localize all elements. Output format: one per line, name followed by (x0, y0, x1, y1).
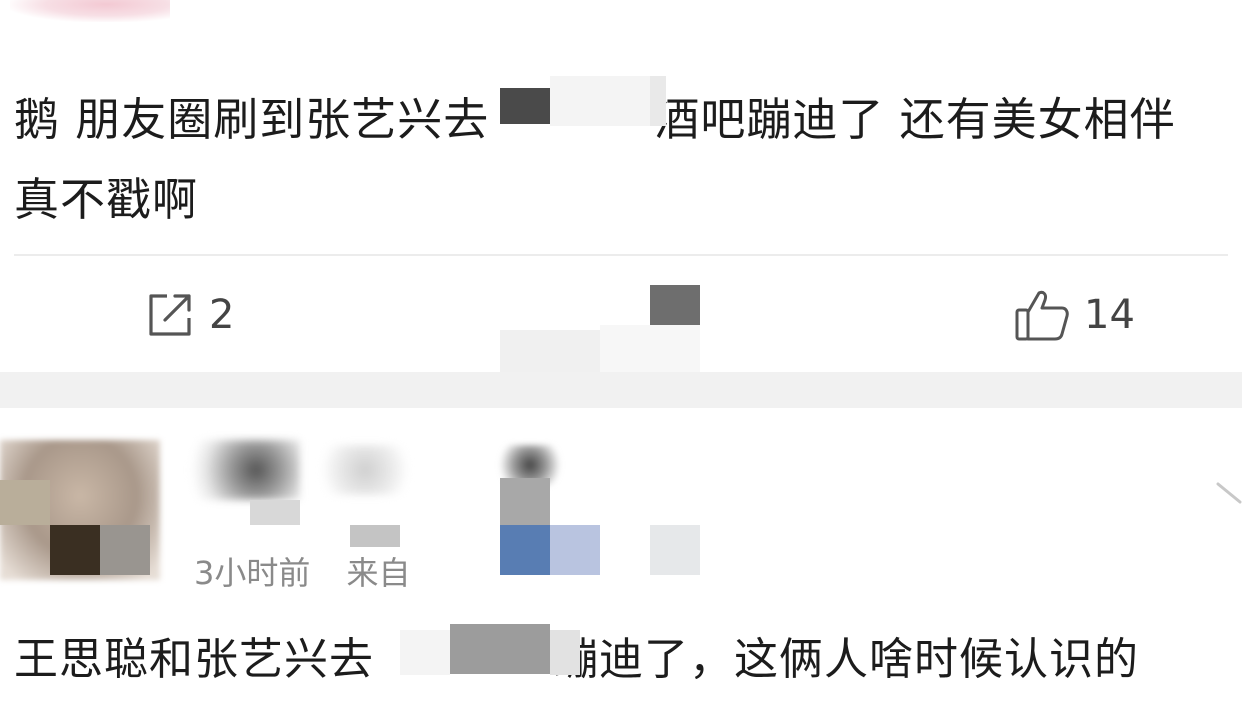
badge-mosaic (550, 525, 600, 575)
comment-text-part-2: 蹦迪了，这俩人啥时候认识的 (554, 634, 1139, 685)
previous-item-remnant (10, 0, 170, 22)
avatar-mosaic (0, 480, 50, 525)
censor-mosaic (550, 76, 650, 126)
username-blur (320, 445, 410, 495)
username-blur[interactable] (190, 440, 300, 500)
comment-text: 王思聪和张艺兴去 蹦迪了，这俩人啥时候认识的 (14, 624, 1229, 696)
censor-mosaic (400, 630, 450, 675)
censor-mosaic (500, 88, 550, 124)
censor-mosaic (650, 76, 666, 126)
repost-icon (149, 294, 191, 336)
censor-mosaic (550, 630, 580, 675)
comment-time: 3小时前 (194, 554, 311, 592)
comment-text-part-1: 王思聪和张艺兴去 (14, 634, 374, 685)
badge-mosaic (650, 525, 700, 575)
badge-mosaic (500, 525, 550, 575)
censor-mosaic (600, 325, 700, 373)
like-button[interactable]: 14 (1014, 288, 1135, 342)
avatar-mosaic (100, 525, 150, 575)
badge-mosaic (500, 478, 550, 525)
divider (14, 254, 1228, 256)
censor-mosaic (450, 624, 550, 674)
repost-count: 2 (209, 292, 235, 338)
like-count: 14 (1084, 292, 1135, 338)
post-text-part-1: 鹅 朋友圈刷到张艺兴去 (14, 93, 490, 146)
avatar-mosaic (50, 525, 100, 575)
comment-source: 来自 (346, 554, 411, 592)
section-separator (0, 372, 1242, 408)
username-mosaic (350, 525, 400, 547)
censor-mosaic (650, 285, 700, 325)
comment-meta: 3小时前 来自 (194, 548, 411, 594)
repost-button[interactable]: 2 (145, 290, 234, 340)
chevron-down-icon[interactable] (1214, 476, 1242, 506)
censor-mosaic (500, 330, 600, 374)
thumbs-up-icon (1015, 290, 1069, 341)
username-mosaic (250, 500, 300, 525)
